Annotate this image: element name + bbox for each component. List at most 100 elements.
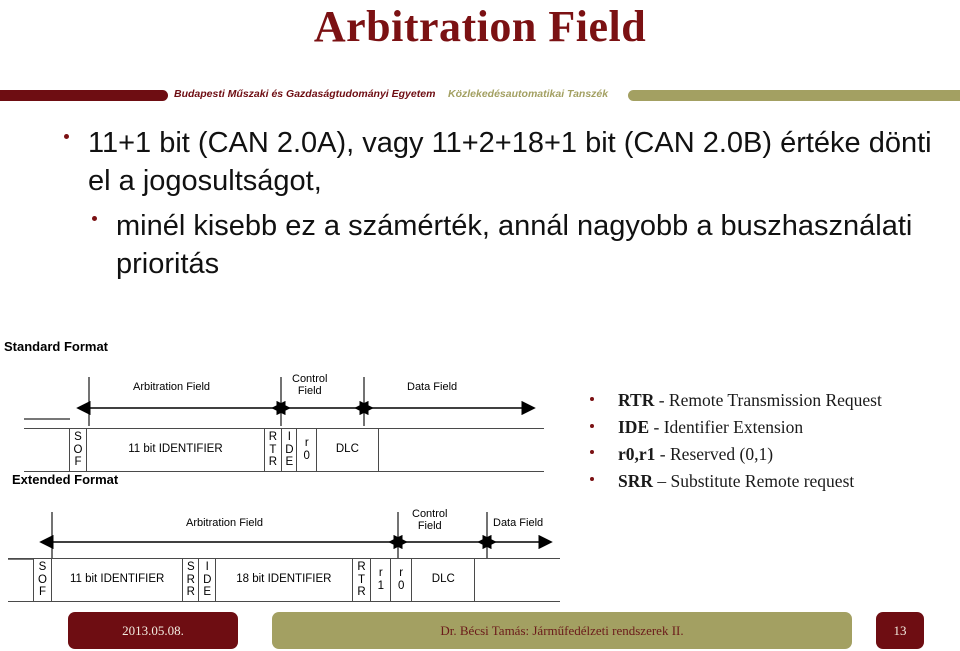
footer-page-number: 13 [876,612,924,649]
glossary-separator: - [655,443,670,464]
cell-r0: r 0 [296,429,318,471]
cell-sof-char: F [74,456,82,469]
cell-r1-char: 1 [377,580,385,592]
control-label-line1: Control [412,508,448,520]
cell-18-bit-identifier: 18 bit IDENTIFIER [214,559,353,601]
bullet-dot-icon [590,450,594,455]
lead-line-icon [8,558,34,560]
cell-ide: I D E [280,429,298,471]
control-label-line1: Control [292,373,328,385]
cell-rtr-char: T [269,443,277,456]
extended-data-field-label: Data Field [493,517,544,529]
cell-r0-char: 0 [303,450,310,462]
extended-control-field-label: Control Field [412,508,448,532]
glossary-item-ide: IDE - Identifier Extension [586,415,954,440]
cell-rtr: R T R [351,559,372,601]
bullet-dot-icon [590,477,594,482]
cell-rtr-char: R [268,456,278,469]
glossary-item-srr: SRR – Substitute Remote request [586,469,954,494]
standard-format-label: Standard Format [4,339,109,354]
extended-arbitration-field-label: Arbitration Field [186,517,264,529]
cell-r0: r 0 [390,559,413,601]
control-label-line2: Field [297,384,322,397]
cell-rtr-char: R [357,560,366,573]
cell-ide-char: D [285,443,294,456]
footer-date: 2013.05.08. [68,612,238,649]
control-label-line2: Field [417,519,442,532]
main-bullet-text: minél kisebb ez a számérték, annál nagyo… [116,209,913,280]
cell-rtr: R T R [263,429,283,471]
glossary-separator: - [649,416,664,437]
footer-title: Dr. Bécsi Tamás: Járműfedélzeti rendszer… [272,612,852,649]
cell-sof-char: F [38,586,46,599]
cell-srr: S R R [181,559,200,601]
glossary-list: RTR - Remote Transmission Request IDE - … [586,388,954,495]
cell-rtr-char: T [357,573,365,586]
main-bullet-list: 11+1 bit (CAN 2.0A), vagy 11+2+18+1 bit … [58,124,938,289]
cell-data-empty [377,429,546,471]
cell-ide: I D E [198,559,217,601]
standard-control-field-label: Control Field [292,373,328,397]
cell-r1-char: r [378,567,383,580]
glossary-definition: Substitute Remote request [670,470,855,491]
cell-ide-char: I [287,430,291,443]
main-bullet-item: minél kisebb ez a számérték, annál nagyo… [58,207,938,284]
cell-ide-char: D [203,573,212,586]
extended-format-frame-row: S O F 11 bit IDENTIFIER S R R I D E 18 b… [8,558,562,602]
cell-dlc: DLC [410,559,476,601]
glossary-separator: – [653,470,671,491]
cell-srr-char: R [186,586,195,599]
cell-sof-char: O [73,443,83,456]
cell-rtr-char: R [357,586,366,599]
glossary-definition: Identifier Extension [663,416,804,437]
main-bullet-item: 11+1 bit (CAN 2.0A), vagy 11+2+18+1 bit … [58,124,938,201]
glossary-term: SRR [618,470,654,491]
main-bullet-text: 11+1 bit (CAN 2.0A), vagy 11+2+18+1 bit … [88,127,932,198]
cell-11-bit-identifier: 11 bit IDENTIFIER [85,429,265,471]
banner-bar-left [0,90,168,101]
cell-dlc: DLC [315,429,380,471]
glossary-term: IDE [618,416,650,437]
cell-r1: r 1 [369,559,392,601]
standard-data-field-label: Data Field [407,381,458,393]
bullet-dot-icon [590,396,594,401]
slide-footer: 2013.05.08. Dr. Bécsi Tamás: Járműfedélz… [0,612,960,651]
university-banner: Budapesti Műszaki és Gazdaságtudományi E… [0,86,960,104]
glossary-item-rtr: RTR - Remote Transmission Request [586,388,954,413]
glossary-term: r0,r1 [618,443,656,464]
standard-arbitration-field-label: Arbitration Field [133,381,211,393]
banner-bar-right [628,90,960,101]
lead-line-icon [24,417,70,420]
glossary-item-r0r1: r0,r1 - Reserved (0,1) [586,442,954,467]
cell-ide-char: E [285,456,294,469]
cell-r0-char: r [304,437,309,450]
glossary-separator: - [654,390,669,410]
extended-lead-line [8,558,34,601]
cell-data-empty [474,559,562,601]
glossary-definition: Reserved (0,1) [670,443,774,464]
cell-r0-char: r [399,567,404,580]
bullet-dot-icon [92,216,97,222]
standard-lead-line [24,417,70,450]
cell-sof-char: O [38,573,47,586]
bullet-dot-icon [590,423,594,428]
bullet-dot-icon [64,133,69,139]
page-title: Arbitration Field [313,2,647,51]
cell-sof: S O F [68,429,88,471]
cell-srr-char: S [186,560,195,573]
standard-format-frame-row: S O F 11 bit IDENTIFIER R T R I D E r 0 … [24,417,546,472]
glossary-definition: Remote Transmission Request [668,390,882,410]
banner-department-name: Közlekedésautomatikai Tanszék [448,88,609,100]
cell-srr-char: R [186,573,195,586]
banner-university-name: Budapesti Műszaki és Gazdaságtudományi E… [174,88,436,100]
cell-sof-char: S [74,430,82,443]
cell-ide-char: E [203,586,212,599]
cell-r0-char: 0 [398,580,405,592]
cell-11-bit-identifier: 11 bit IDENTIFIER [50,559,184,601]
cell-ide-char: I [205,560,209,573]
cell-sof-char: S [38,560,47,573]
can-frame-diagram: Standard Format Arbitration Field Contro… [0,330,570,615]
glossary-term: RTR [618,390,655,410]
cell-rtr-char: R [268,430,278,443]
cell-sof: S O F [32,559,53,601]
